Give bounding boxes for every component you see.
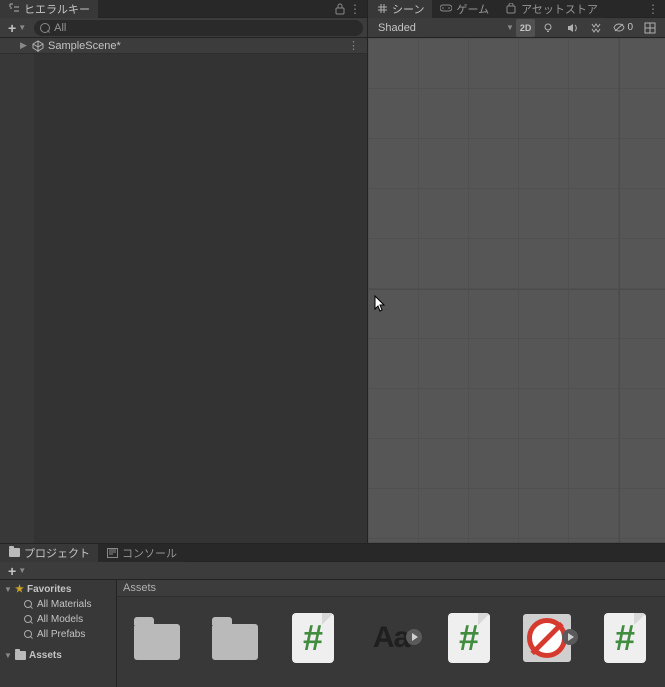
row-menu-icon[interactable]: ⋮ [340, 39, 367, 52]
asset-script[interactable]: # [287, 611, 339, 665]
asset-folder[interactable] [209, 611, 261, 665]
search-icon [24, 630, 34, 640]
assets-root-label: Assets [29, 650, 62, 661]
project-icon [8, 547, 20, 559]
tab-game[interactable]: ゲーム [432, 0, 497, 18]
asset-script[interactable]: # [443, 611, 495, 665]
play-overlay-icon [562, 629, 578, 645]
star-icon: ★ [15, 584, 24, 595]
tab-scene-label: シーン [392, 1, 424, 17]
lock-icon[interactable] [335, 3, 345, 15]
scene-icon [376, 3, 388, 15]
tab-assetstore[interactable]: アセットストア [497, 0, 606, 18]
expand-toggle-icon[interactable]: ▶ [20, 40, 27, 51]
favorites-label: Favorites [27, 584, 71, 595]
tab-project[interactable]: プロジェクト [0, 544, 98, 562]
chevron-down-icon: ▼ [18, 566, 26, 575]
folder-icon [134, 624, 180, 660]
effects-toggle-button[interactable] [585, 19, 607, 37]
tab-hierarchy[interactable]: ヒエラルキー [0, 0, 98, 18]
font-icon: Aa [373, 621, 409, 655]
hidden-objects-button[interactable]: 0 [609, 19, 637, 37]
toggle-2d-button[interactable]: 2D [516, 19, 536, 37]
assets-grid[interactable]: # Aa # # [117, 597, 665, 687]
csharp-script-icon: # [448, 613, 490, 663]
expand-toggle-icon[interactable]: ▼ [4, 651, 12, 660]
favorite-all-prefabs[interactable]: All Prefabs [0, 627, 116, 642]
toggle-2d-label: 2D [520, 23, 532, 33]
lighting-toggle-button[interactable] [537, 19, 559, 37]
tab-console[interactable]: コンソール [98, 544, 185, 562]
csharp-script-icon: # [292, 613, 334, 663]
project-create-button[interactable]: + ▼ [4, 563, 30, 579]
scene-viewport[interactable] [368, 38, 665, 543]
tab-menu-icon[interactable]: ⋮ [647, 2, 659, 16]
unity-scene-icon [32, 40, 44, 52]
gizmos-grid-button[interactable] [639, 19, 661, 37]
chevron-down-icon: ▼ [506, 23, 514, 32]
hierarchy-empty-area[interactable] [34, 54, 367, 543]
project-tree: ▼ ★ Favorites All Materials All Models A… [0, 580, 117, 687]
tab-console-label: コンソール [122, 545, 177, 561]
hierarchy-search-input[interactable]: All [34, 20, 363, 36]
tab-game-label: ゲーム [456, 1, 489, 17]
tab-assetstore-label: アセットストア [521, 1, 598, 17]
breadcrumb[interactable]: Assets [117, 580, 665, 597]
folder-icon [212, 624, 258, 660]
scene-row[interactable]: ▶ SampleScene* ⋮ [0, 38, 367, 54]
expand-toggle-icon[interactable]: ▼ [4, 585, 12, 594]
favorite-all-models[interactable]: All Models [0, 612, 116, 627]
favorite-label: All Prefabs [37, 629, 85, 640]
shading-mode-label: Shaded [378, 22, 416, 34]
gamepad-icon [440, 3, 452, 15]
breadcrumb-label: Assets [123, 582, 156, 594]
scene-panel: シーン ゲーム アセットストア ⋮ [368, 0, 665, 543]
asset-font[interactable]: Aa [365, 611, 417, 665]
audio-toggle-button[interactable] [561, 19, 583, 37]
tab-project-label: プロジェクト [24, 545, 90, 561]
csharp-script-icon: # [604, 613, 646, 663]
shading-mode-dropdown[interactable]: Shaded [372, 19, 422, 37]
prohibit-icon [527, 618, 567, 658]
favorites-header[interactable]: ▼ ★ Favorites [0, 582, 116, 597]
console-icon [106, 547, 118, 559]
hierarchy-panel: ヒエラルキー ⋮ + ▼ All [0, 0, 368, 543]
tab-hierarchy-label: ヒエラルキー [24, 1, 90, 17]
assets-header[interactable]: ▼ Assets [0, 648, 116, 663]
folder-icon [15, 651, 26, 660]
asset-folder[interactable] [131, 611, 183, 665]
search-placeholder: All [54, 22, 66, 34]
favorite-label: All Models [37, 614, 83, 625]
tab-menu-icon[interactable]: ⋮ [349, 2, 361, 16]
search-icon [24, 600, 34, 610]
tab-scene[interactable]: シーン [368, 0, 432, 18]
favorite-label: All Materials [37, 599, 91, 610]
asset-image[interactable] [521, 611, 573, 665]
favorite-all-materials[interactable]: All Materials [0, 597, 116, 612]
scene-grid [368, 38, 665, 543]
play-overlay-icon [406, 629, 422, 645]
chevron-down-icon: ▼ [18, 23, 26, 32]
assetstore-icon [505, 3, 517, 15]
scene-name-label: SampleScene* [48, 40, 121, 52]
asset-script[interactable]: # [599, 611, 651, 665]
hierarchy-icon [8, 3, 20, 15]
hidden-count-label: 0 [627, 22, 633, 33]
create-button[interactable]: + ▼ [4, 20, 30, 36]
search-icon [24, 615, 34, 625]
